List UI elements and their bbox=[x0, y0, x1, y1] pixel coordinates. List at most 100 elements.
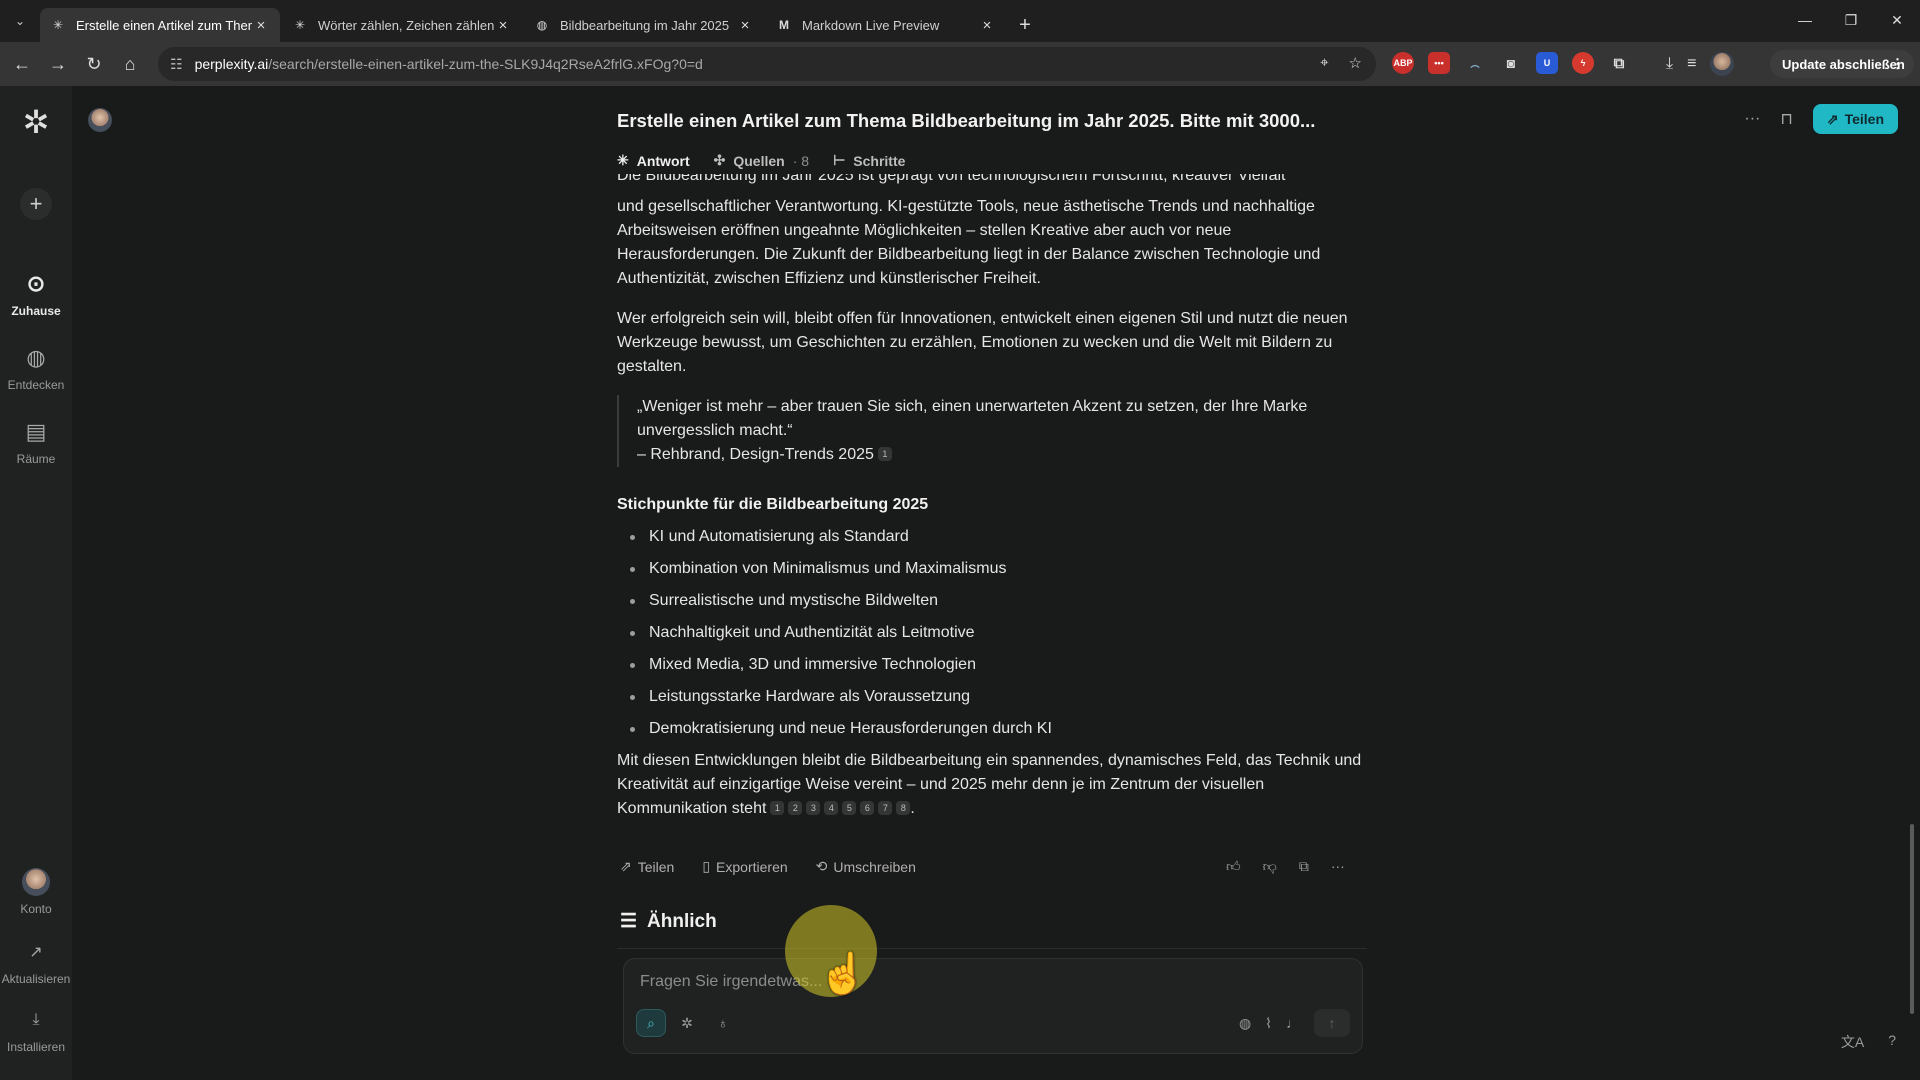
scrollbar[interactable] bbox=[1910, 824, 1914, 1014]
sidebar-item-label: Räume bbox=[16, 452, 56, 466]
profile-avatar[interactable] bbox=[1710, 52, 1735, 76]
quote-source: – Rehbrand, Design-Trends 2025 1 bbox=[637, 443, 1367, 467]
citation-badge[interactable]: 4 bbox=[824, 801, 839, 815]
microphone-icon[interactable]: ♩ bbox=[1286, 1015, 1300, 1031]
more-vert-icon[interactable]: ⋮ bbox=[1891, 56, 1904, 72]
tab-search-dropdown-icon[interactable]: ⌄ bbox=[0, 0, 40, 42]
home-search-icon: ⊙ bbox=[26, 271, 46, 296]
citation-badge[interactable]: 5 bbox=[842, 801, 857, 815]
browser-tab-1[interactable]: ✳ Erstelle einen Artikel zum Thema Bildb… bbox=[40, 8, 280, 42]
globe-icon[interactable]: ◍ bbox=[1239, 1015, 1251, 1032]
answer-actions: ⇗ Teilen ▯ Exportieren ⟲ Umschreiben bbox=[620, 858, 916, 875]
extension-wave-icon[interactable]: ︵ bbox=[1464, 52, 1486, 74]
close-tab-icon[interactable]: × bbox=[252, 17, 270, 34]
copy-icon[interactable]: ⧉ bbox=[1299, 858, 1309, 875]
tab-label: Antwort bbox=[636, 152, 690, 169]
citation-badge[interactable]: 6 bbox=[860, 801, 875, 815]
user-avatar[interactable] bbox=[88, 108, 112, 132]
browser-toolbar: ← → ↻ ⌂ ☷ perplexity.ai/search/erstelle-… bbox=[0, 42, 1920, 86]
sidebar-item-home[interactable]: ⊙ Zuhause bbox=[0, 270, 72, 318]
update-button[interactable]: Update abschließen ⋮ bbox=[1770, 50, 1914, 78]
camera-icon[interactable]: ◙ bbox=[1500, 52, 1522, 74]
adblock-icon[interactable]: ABP bbox=[1392, 52, 1414, 74]
thread-tabs: ✳ Antwort ✣ Quellen · 8 ⊢ Schritte bbox=[617, 152, 905, 169]
translate-icon[interactable]: 文A bbox=[1841, 1032, 1864, 1052]
citation-badge[interactable]: 1 bbox=[877, 447, 892, 461]
globe-icon: ◍ bbox=[536, 18, 548, 32]
close-window-icon[interactable]: ✕ bbox=[1874, 0, 1920, 40]
tab-title: Markdown Live Preview bbox=[802, 17, 940, 33]
tab-label: Quellen bbox=[733, 152, 785, 169]
back-icon[interactable]: ← bbox=[4, 46, 40, 82]
perplexity-app: ✲ + ⊙ Zuhause ◍ Entdecken ▤ Räume Konto … bbox=[0, 86, 1920, 1080]
bookmark-star-icon[interactable]: ☆ bbox=[1349, 54, 1362, 72]
attach-icon[interactable]: ⌇ bbox=[1265, 1015, 1272, 1032]
puzzle-icon[interactable]: ⧉ bbox=[1608, 52, 1630, 74]
tab-answer[interactable]: ✳ Antwort bbox=[617, 152, 690, 169]
location-icon[interactable]: ⌖ bbox=[1320, 54, 1328, 72]
citation-badge[interactable]: 2 bbox=[788, 801, 803, 815]
sidebar-item-spaces[interactable]: ▤ Räume bbox=[0, 418, 72, 466]
tab-steps[interactable]: ⊢ Schritte bbox=[833, 152, 905, 169]
reload-icon[interactable]: ↻ bbox=[76, 46, 112, 82]
sidebar-item-install[interactable]: ⤓ Installieren bbox=[0, 1006, 72, 1054]
sidebar-item-account[interactable]: Konto bbox=[0, 868, 72, 916]
browser-tab-2[interactable]: ✳ Wörter zählen, Zeichen zählen × bbox=[282, 8, 522, 42]
site-info-icon[interactable]: ☷ bbox=[170, 56, 183, 73]
search-mode-icon[interactable]: ⌕ bbox=[636, 1009, 666, 1037]
extension-flash-icon[interactable]: ϟ bbox=[1572, 52, 1594, 74]
perplexity-logo-icon[interactable]: ✲ bbox=[18, 104, 54, 140]
minimize-icon[interactable]: — bbox=[1782, 0, 1828, 40]
share-answer-button[interactable]: ⇗ Teilen bbox=[620, 858, 674, 875]
url-host: perplexity.ai bbox=[194, 56, 269, 72]
new-tab-button[interactable]: + bbox=[1008, 8, 1042, 42]
thumbs-up-icon[interactable]: 👍︎ bbox=[1226, 858, 1241, 875]
new-thread-button[interactable]: + bbox=[20, 188, 52, 220]
close-tab-icon[interactable]: × bbox=[978, 17, 996, 34]
perplexity-icon: ✳ bbox=[617, 152, 629, 168]
tab-title: Bildbearbeitung im Jahr 2025 bbox=[560, 17, 730, 33]
browser-tab-4[interactable]: M Markdown Live Preview × bbox=[766, 8, 1006, 42]
send-button[interactable]: ↑ bbox=[1314, 1009, 1350, 1037]
address-bar[interactable]: ☷ perplexity.ai/search/erstelle-einen-ar… bbox=[158, 47, 1376, 81]
ask-tools: ◍ ⌇ ♩ ↑ bbox=[1239, 1009, 1350, 1037]
download-icon[interactable]: ⤓ bbox=[1666, 55, 1673, 73]
extension-red-icon[interactable]: ••• bbox=[1428, 52, 1450, 74]
browser-tab-bar: ⌄ ✳ Erstelle einen Artikel zum Thema Bil… bbox=[0, 0, 1920, 42]
home-icon[interactable]: ⌂ bbox=[112, 46, 148, 82]
list-item: Surrealistische und mystische Bildwelten bbox=[617, 589, 1367, 613]
more-icon[interactable]: ··· bbox=[1744, 110, 1760, 128]
citation-badge[interactable]: 8 bbox=[896, 801, 911, 815]
forward-icon[interactable]: → bbox=[40, 46, 76, 82]
citation-badge[interactable]: 7 bbox=[878, 801, 893, 815]
arrow-up-right-icon: ↗ bbox=[29, 944, 43, 961]
bookmark-icon[interactable]: ⊓ bbox=[1780, 109, 1792, 129]
research-mode-icon[interactable]: ✲ bbox=[672, 1009, 702, 1037]
lightbulb-icon[interactable]: ♁ bbox=[708, 1009, 738, 1037]
close-tab-icon[interactable]: × bbox=[494, 17, 512, 34]
media-control-icon[interactable]: ≡ bbox=[1687, 55, 1696, 73]
sidebar-item-update[interactable]: ↗ Aktualisieren bbox=[0, 938, 72, 986]
citation-badge[interactable]: 3 bbox=[806, 801, 821, 815]
browser-tab-3[interactable]: ◍ Bildbearbeitung im Jahr 2025 × bbox=[524, 8, 764, 42]
help-icon[interactable]: ? bbox=[1888, 1032, 1896, 1052]
answer-paragraph: und gesellschaftlicher Verantwortung. KI… bbox=[617, 198, 1321, 287]
blockquote: „Weniger ist mehr – aber trauen Sie sich… bbox=[617, 395, 1367, 467]
answer-body: und gesellschaftlicher Verantwortung. KI… bbox=[617, 195, 1367, 837]
export-button[interactable]: ▯ Exportieren bbox=[702, 858, 787, 875]
tab-sources[interactable]: ✣ Quellen · 8 bbox=[714, 152, 809, 169]
ask-box[interactable]: Fragen Sie irgendetwas... ⌕ ✲ ♁ ◍ ⌇ ♩ ↑ bbox=[623, 958, 1363, 1054]
restore-icon[interactable]: ❐ bbox=[1828, 0, 1874, 40]
more-icon[interactable]: ··· bbox=[1331, 858, 1345, 875]
citation-badge[interactable]: 1 bbox=[770, 801, 785, 815]
bullet-list: KI und Automatisierung als Standard Komb… bbox=[617, 525, 1367, 741]
share-button[interactable]: ⇗ Teilen bbox=[1812, 104, 1898, 134]
action-label: Umschreiben bbox=[833, 858, 916, 875]
sidebar-item-discover[interactable]: ◍ Entdecken bbox=[0, 344, 72, 392]
close-tab-icon[interactable]: × bbox=[736, 17, 754, 34]
shield-icon[interactable]: U bbox=[1536, 52, 1558, 74]
thumbs-down-icon[interactable]: 👎︎ bbox=[1263, 858, 1277, 875]
sidebar-item-label: Entdecken bbox=[7, 378, 65, 392]
list-item: Leistungsstarke Hardware als Voraussetzu… bbox=[617, 685, 1367, 709]
rewrite-button[interactable]: ⟲ Umschreiben bbox=[816, 858, 916, 875]
